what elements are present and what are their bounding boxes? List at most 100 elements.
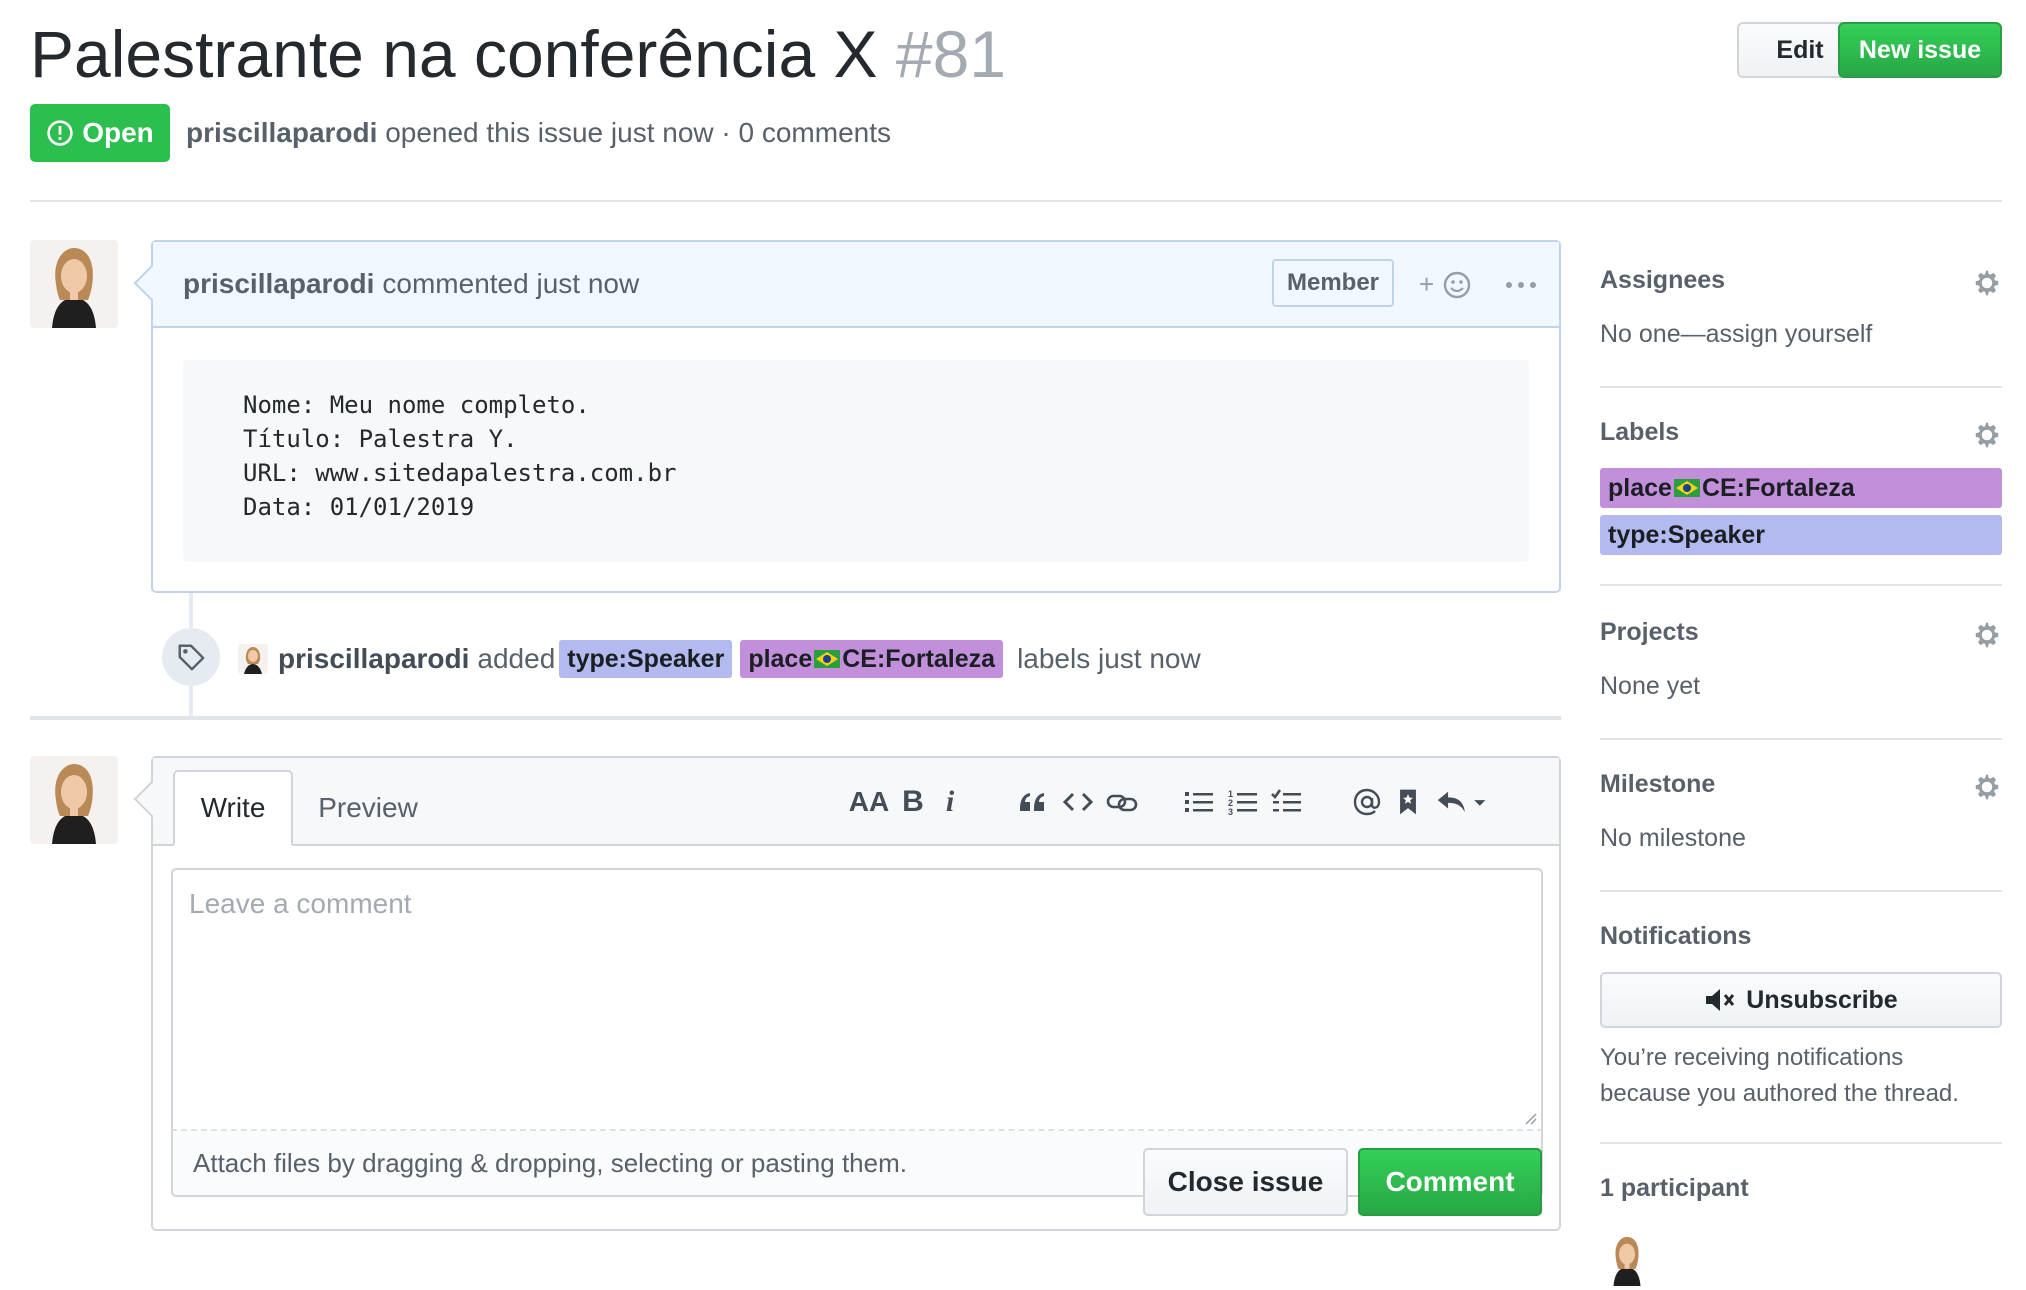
mention-tool[interactable] bbox=[1349, 780, 1385, 824]
label-type-speaker[interactable]: type:Speaker bbox=[559, 640, 733, 678]
milestone-empty-text: No milestone bbox=[1600, 824, 1746, 852]
issue-state-label: Open bbox=[82, 117, 154, 148]
gear-icon[interactable] bbox=[1972, 420, 2002, 450]
event-verb: added bbox=[477, 643, 556, 674]
avatar[interactable] bbox=[30, 756, 118, 844]
mute-icon bbox=[1706, 989, 1735, 1011]
issue-number: #81 bbox=[895, 17, 1006, 91]
comment-button[interactable]: Comment bbox=[1358, 1148, 1542, 1216]
sidebar-title: Labels bbox=[1600, 418, 1680, 446]
bold-tool[interactable]: B bbox=[898, 780, 928, 824]
comment-composer: Write Preview AA B i 123 Leave a comment… bbox=[151, 756, 1561, 1231]
issue-page: Palestrante na conferência X #81 Edit Ne… bbox=[0, 0, 2026, 1290]
event-actor-link[interactable]: priscillaparodi bbox=[278, 643, 469, 675]
sidebar-divider bbox=[1600, 386, 2002, 388]
projects-empty-text: None yet bbox=[1600, 672, 1701, 700]
notifications-reason-line2: because you authored the thread. bbox=[1600, 1080, 1959, 1107]
user-avatar-icon bbox=[238, 644, 268, 674]
italic-tool[interactable]: i bbox=[938, 780, 962, 824]
sidebar-label-place-fortaleza[interactable]: place CE:Fortaleza bbox=[1600, 468, 2002, 508]
unsubscribe-button[interactable]: Unsubscribe bbox=[1600, 972, 2002, 1028]
timeline-badge bbox=[162, 628, 220, 686]
timeline-divider bbox=[30, 716, 1561, 720]
link-tool[interactable] bbox=[1104, 780, 1140, 824]
saved-replies-tool[interactable] bbox=[1433, 780, 1493, 824]
label-text: place bbox=[748, 644, 813, 673]
mention-icon bbox=[1353, 788, 1381, 816]
gear-icon[interactable] bbox=[1972, 772, 2002, 802]
add-reaction-icon[interactable]: + bbox=[1419, 266, 1477, 304]
tab-write[interactable]: Write bbox=[173, 770, 293, 846]
sidebar-title: Projects bbox=[1600, 618, 1699, 646]
attach-files-text: Attach files by dragging & dropping, sel… bbox=[193, 1147, 907, 1178]
ordered-list-icon: 123 bbox=[1228, 789, 1257, 817]
ordered-list-tool[interactable]: 123 bbox=[1225, 780, 1261, 824]
sidebar-divider bbox=[1600, 890, 2002, 892]
sidebar-title: 1 participant bbox=[1600, 1174, 1749, 1202]
task-list-icon bbox=[1271, 789, 1301, 812]
tag-icon bbox=[178, 644, 205, 671]
quote-tool[interactable] bbox=[1015, 780, 1051, 824]
issue-author-link[interactable]: priscillaparodi bbox=[186, 117, 377, 148]
notifications-reason-line1: You’re receiving notifications bbox=[1600, 1044, 1904, 1071]
sidebar-divider bbox=[1600, 738, 2002, 740]
sidebar-labels: Labels place CE:Fortaleza type:Speaker bbox=[1600, 414, 2002, 594]
sidebar-projects: Projects None yet bbox=[1600, 614, 2002, 740]
label-text: CE:Fortaleza bbox=[1701, 473, 1855, 502]
header-divider bbox=[30, 200, 2002, 202]
issue-meta-text: opened this issue just now · 0 comments bbox=[385, 117, 891, 148]
code-tool[interactable] bbox=[1060, 780, 1096, 824]
comment-placeholder: Leave a comment bbox=[189, 888, 412, 919]
sidebar-participants: 1 participant bbox=[1600, 1170, 2002, 1290]
sidebar-divider bbox=[1600, 584, 2002, 586]
close-issue-button[interactable]: Close issue bbox=[1143, 1148, 1348, 1216]
issue-opened-icon bbox=[47, 120, 73, 146]
comment-box: priscillaparodi commented just now Membe… bbox=[151, 240, 1561, 593]
reference-tool[interactable] bbox=[1393, 780, 1423, 824]
task-list-tool[interactable] bbox=[1269, 780, 1305, 824]
issue-title: Palestrante na conferência X #81 bbox=[30, 14, 1006, 94]
sidebar-label-type-speaker[interactable]: type:Speaker bbox=[1600, 515, 2002, 555]
label-text: type:Speaker bbox=[1608, 520, 1766, 549]
issue-state-badge: Open bbox=[30, 104, 170, 162]
issue-title-text: Palestrante na conferência X bbox=[30, 17, 878, 91]
more-options-icon[interactable] bbox=[1503, 266, 1539, 304]
assign-yourself-link[interactable]: No one—assign yourself bbox=[1600, 320, 1872, 349]
resize-handle-icon[interactable] bbox=[1521, 1109, 1537, 1125]
unsubscribe-label: Unsubscribe bbox=[1746, 985, 1898, 1014]
label-text: CE:Fortaleza bbox=[842, 644, 996, 673]
label-place-fortaleza[interactable]: place CE:Fortaleza bbox=[740, 640, 1004, 678]
label-text: place bbox=[1608, 473, 1672, 502]
code-icon bbox=[1062, 792, 1094, 812]
quote-icon bbox=[1020, 793, 1044, 811]
sidebar-notifications: Notifications Unsubscribe You’re receivi… bbox=[1600, 918, 2002, 1148]
user-avatar-icon bbox=[1600, 1232, 1654, 1286]
new-issue-button[interactable]: New issue bbox=[1838, 22, 2002, 78]
reply-icon bbox=[1437, 791, 1486, 813]
avatar[interactable] bbox=[238, 644, 268, 674]
comment-author-link[interactable]: priscillaparodi bbox=[183, 268, 374, 300]
code-line: Data: 01/01/2019 bbox=[243, 493, 475, 521]
gear-icon[interactable] bbox=[1972, 620, 2002, 650]
tab-preview[interactable]: Preview bbox=[303, 770, 433, 846]
brazil-flag-icon bbox=[814, 650, 841, 668]
comment-textarea[interactable]: Leave a comment bbox=[171, 868, 1543, 1131]
sidebar-title: Assignees bbox=[1600, 266, 1726, 294]
unordered-list-tool[interactable] bbox=[1181, 780, 1217, 824]
heading-tool[interactable]: AA bbox=[849, 780, 889, 824]
gear-icon[interactable] bbox=[1972, 268, 2002, 298]
member-badge: Member bbox=[1272, 259, 1394, 307]
participant-avatar[interactable] bbox=[1600, 1232, 1654, 1286]
bookmark-icon bbox=[1400, 789, 1416, 815]
link-icon bbox=[1106, 794, 1138, 812]
brazil-flag-icon bbox=[1673, 479, 1700, 497]
issue-meta: priscillaparodi opened this issue just n… bbox=[186, 112, 891, 154]
svg-text:3: 3 bbox=[1228, 807, 1233, 817]
reaction-plus: + bbox=[1419, 269, 1434, 299]
composer-toolbar: Write Preview AA B i 123 bbox=[153, 758, 1559, 846]
avatar[interactable] bbox=[30, 240, 118, 328]
label-text: type:Speaker bbox=[567, 644, 725, 673]
unordered-list-icon bbox=[1185, 792, 1213, 812]
comment-action: commented just now bbox=[382, 268, 640, 299]
sidebar-title: Notifications bbox=[1600, 922, 1752, 950]
